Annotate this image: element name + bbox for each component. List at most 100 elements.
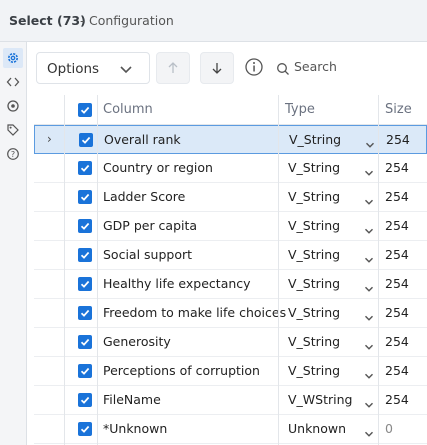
field-name: Social support [103,247,193,262]
code-icon[interactable] [3,72,23,92]
column-header-size[interactable]: Size [385,102,412,117]
field-name: Freedom to make life choices [103,305,287,320]
field-size[interactable]: 254 [386,132,410,147]
chevron-down-icon[interactable] [364,250,374,269]
field-checkbox[interactable] [78,190,92,204]
panel-title: Configuration [89,13,174,28]
move-down-button[interactable] [200,52,234,84]
field-size[interactable]: 254 [385,334,409,349]
field-name: *Unknown [103,421,168,436]
chevron-down-icon[interactable] [364,163,374,182]
grid-divider [278,95,279,445]
field-checkbox[interactable] [78,161,92,175]
field-size[interactable]: 254 [385,276,409,291]
table-row[interactable]: Country or region V_String 254 [34,154,427,183]
chevron-down-icon[interactable] [364,366,374,385]
field-name: Country or region [103,160,213,175]
field-type-select[interactable]: V_String [288,247,340,262]
field-name: FileName [103,392,161,407]
field-type-select[interactable]: Unknown [288,421,346,436]
grid-header: Column Type Size [34,95,427,125]
table-row[interactable]: Perceptions of corruption V_String 254 [34,357,427,386]
arrow-down-icon [212,63,222,74]
table-row[interactable]: Healthy life expectancy V_String 254 [34,270,427,299]
field-type-select[interactable]: V_String [288,305,340,320]
field-type-select[interactable]: V_String [288,160,340,175]
field-checkbox[interactable] [78,422,92,436]
main-panel: Options Search Column Type Size › Overal… [27,42,427,445]
field-checkbox[interactable] [78,335,92,349]
field-size[interactable]: 254 [385,160,409,175]
chevron-down-icon[interactable] [364,308,374,327]
field-size[interactable]: 254 [385,392,409,407]
field-type-select[interactable]: V_String [288,218,340,233]
field-type-select[interactable]: V_WString [288,392,352,407]
field-size[interactable]: 0 [385,421,393,436]
table-row[interactable]: FileName V_WString 254 [34,386,427,415]
field-checkbox[interactable] [78,219,92,233]
toolbar: Options Search [27,42,427,92]
info-icon[interactable] [244,57,264,77]
table-row[interactable]: Ladder Score V_String 254 [34,183,427,212]
table-row[interactable]: › Overall rank V_String 254 [34,125,427,154]
search-placeholder: Search [294,59,337,74]
side-icon-bar: ? [0,42,27,445]
table-row[interactable]: Freedom to make life choices V_String 254 [34,299,427,328]
column-header-type[interactable]: Type [285,102,315,117]
title-separator: - [80,13,85,28]
field-name: Perceptions of corruption [103,363,260,378]
field-checkbox[interactable] [78,364,92,378]
chevron-down-icon[interactable] [364,221,374,240]
search-input[interactable]: Search [274,57,424,79]
table-row[interactable]: Social support V_String 254 [34,241,427,270]
title-bar: Select (73) - Configuration [0,0,427,42]
field-type-select[interactable]: V_String [288,276,340,291]
field-checkbox[interactable] [78,306,92,320]
field-name: Healthy life expectancy [103,276,251,291]
field-size[interactable]: 254 [385,189,409,204]
field-checkbox[interactable] [79,133,93,147]
gear-icon[interactable] [3,48,23,68]
target-icon[interactable] [3,96,23,116]
field-size[interactable]: 254 [385,247,409,262]
chevron-down-icon[interactable] [364,337,374,356]
svg-text:?: ? [11,150,15,159]
column-header-column[interactable]: Column [103,102,153,117]
chevron-down-icon[interactable] [364,279,374,298]
grid-divider [378,95,379,445]
help-icon[interactable]: ? [3,144,23,164]
field-name: GDP per capita [103,218,198,233]
chevron-down-icon[interactable] [365,135,375,154]
field-name: Overall rank [104,132,181,147]
field-size[interactable]: 254 [385,363,409,378]
field-size[interactable]: 254 [385,305,409,320]
grid-divider [97,95,98,445]
search-icon [276,61,290,80]
field-grid: Column Type Size › Overall rank V_String 25… [34,95,427,445]
field-checkbox[interactable] [78,393,92,407]
field-size[interactable]: 254 [385,218,409,233]
chevron-right-icon[interactable]: › [47,132,52,146]
chevron-down-icon[interactable] [364,395,374,414]
select-all-checkbox[interactable] [78,103,92,117]
field-type-select[interactable]: V_String [289,132,341,147]
tag-icon[interactable] [3,120,23,140]
options-dropdown[interactable]: Options [36,52,150,84]
field-checkbox[interactable] [78,248,92,262]
move-up-button[interactable] [156,52,190,84]
grid-divider [64,95,65,445]
field-type-select[interactable]: V_String [288,334,340,349]
table-row[interactable]: *Unknown Unknown 0 [34,415,427,444]
options-label: Options [47,61,100,77]
tool-title: Select (73) [9,13,86,28]
field-type-select[interactable]: V_String [288,189,340,204]
chevron-down-icon[interactable] [364,192,374,211]
field-name: Generosity [103,334,171,349]
chevron-down-icon[interactable] [364,424,374,443]
table-row[interactable]: Generosity V_String 254 [34,328,427,357]
table-row[interactable]: GDP per capita V_String 254 [34,212,427,241]
arrow-up-icon [168,62,178,73]
chevron-down-icon [119,61,133,80]
field-checkbox[interactable] [78,277,92,291]
field-type-select[interactable]: V_String [288,363,340,378]
